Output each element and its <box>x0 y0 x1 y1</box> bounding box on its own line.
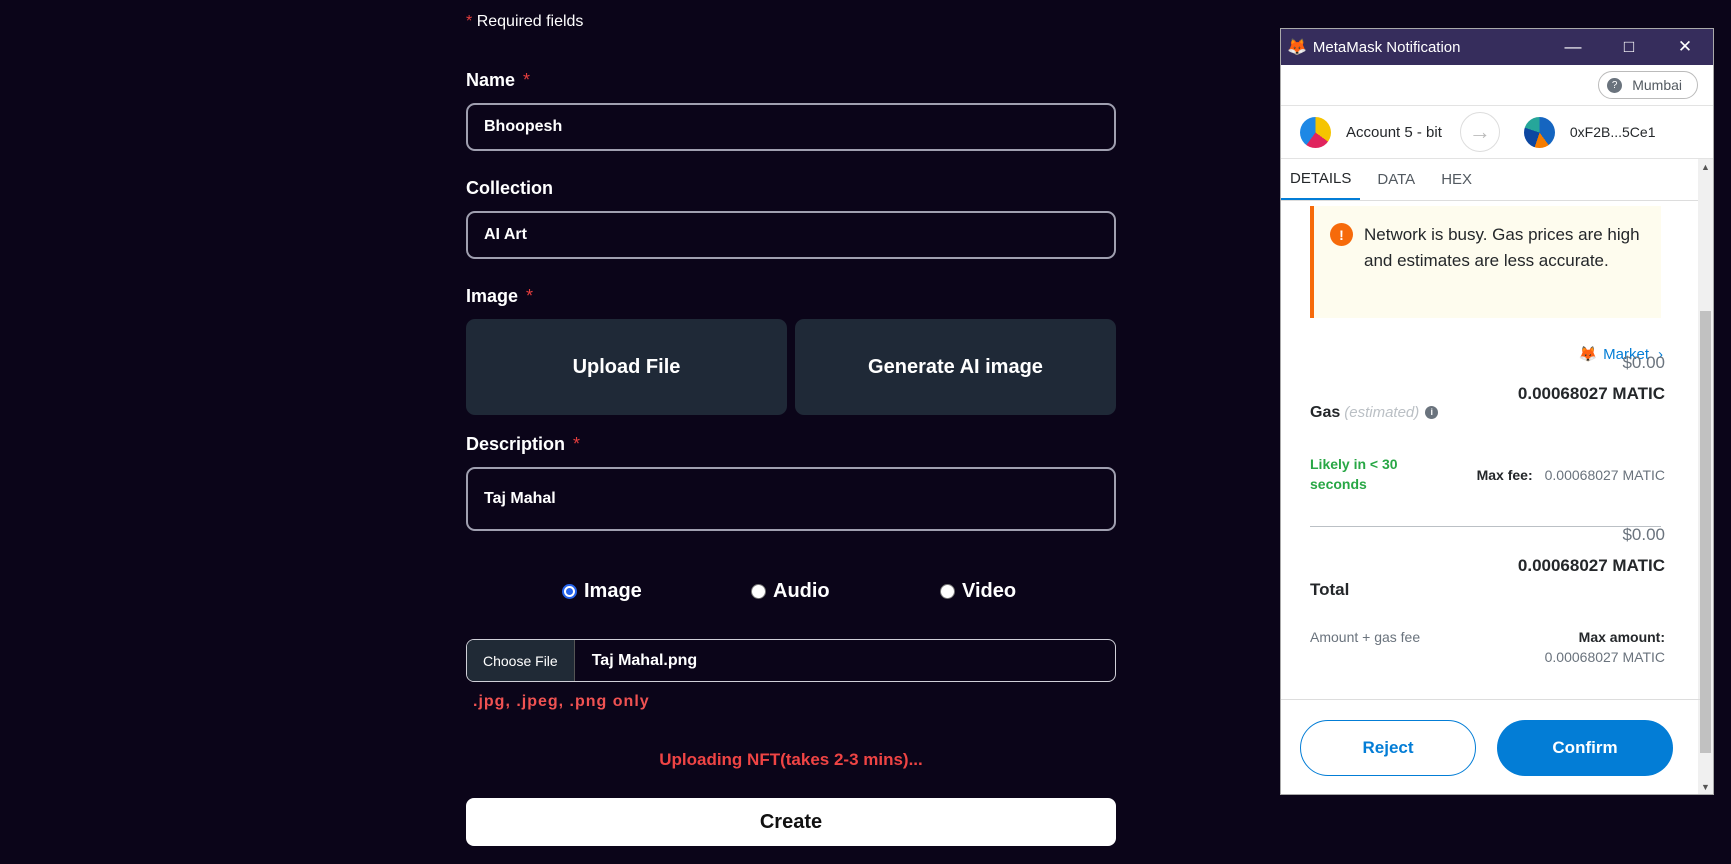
max-amount-label: Max amount: <box>1578 629 1665 645</box>
scrollbar-thumb[interactable] <box>1700 311 1711 753</box>
from-account-avatar <box>1300 116 1331 148</box>
metamask-window: 🦊 MetaMask Notification — □ ✕ ? Mumbai A… <box>1280 28 1714 795</box>
file-type-hint: .jpg, .jpeg, .png only <box>473 693 650 710</box>
arrow-right-icon: → <box>1459 112 1500 152</box>
info-icon[interactable]: i <box>1425 405 1439 419</box>
to-address[interactable]: 0xF2B...5Ce1 <box>1570 124 1656 140</box>
radio-video-label: Video <box>962 580 1017 602</box>
required-fields-text: Required fields <box>476 13 584 30</box>
selected-filename: Taj Mahal.png <box>591 651 698 669</box>
account-row: Account 5 - bit → 0xF2B...5Ce1 <box>1281 106 1713 159</box>
close-icon[interactable]: ✕ <box>1657 37 1713 57</box>
collection-label: Collection <box>466 178 554 198</box>
upload-file-button[interactable]: Upload File <box>466 319 787 415</box>
required-star: * <box>526 286 534 306</box>
gas-label-text: Gas <box>1310 404 1341 421</box>
reject-button[interactable]: Reject <box>1300 720 1476 776</box>
maximize-icon[interactable]: □ <box>1601 37 1657 57</box>
scroll-up-icon[interactable]: ▲ <box>1698 159 1713 176</box>
radio-button-selected[interactable] <box>562 584 577 599</box>
amount-gas-label: Amount + gas fee <box>1310 629 1421 645</box>
description-label: Description * <box>466 434 580 455</box>
create-button[interactable]: Create <box>466 798 1116 846</box>
radio-button[interactable] <box>940 584 955 599</box>
radio-button[interactable] <box>751 584 766 599</box>
description-input[interactable]: Taj Mahal <box>466 467 1116 531</box>
required-fields-note: * Required fields <box>466 13 583 31</box>
required-star: * <box>523 70 531 90</box>
name-label: Name * <box>466 70 530 91</box>
action-footer: Reject Confirm <box>1281 699 1700 794</box>
from-account-name[interactable]: Account 5 - bit <box>1346 124 1442 141</box>
radio-video[interactable]: Video <box>940 580 1016 603</box>
warning-text: Network is busy. Gas prices are high and… <box>1364 225 1640 270</box>
network-row: ? Mumbai <box>1281 65 1713 106</box>
likely-time: Likely in < 30 seconds <box>1310 456 1398 492</box>
total-label: Total <box>1310 580 1350 599</box>
tab-hex[interactable]: HEX <box>1432 159 1481 200</box>
required-star: * <box>466 13 473 30</box>
gas-estimated-label: (estimated) <box>1344 404 1420 421</box>
max-fee-value: 0.00068027 MATIC <box>1544 467 1665 483</box>
gas-usd: $0.00 <box>1622 353 1665 372</box>
max-fee: Max fee: 0.00068027 MATIC <box>1477 467 1665 483</box>
name-input[interactable]: Bhoopesh <box>466 103 1116 151</box>
radio-image-label: Image <box>584 580 642 602</box>
generate-ai-image-button[interactable]: Generate AI image <box>795 319 1116 415</box>
image-label: Image * <box>466 286 533 307</box>
divider <box>1310 526 1661 527</box>
max-amount-value: 0.00068027 MATIC <box>1544 649 1665 665</box>
name-label-text: Name <box>466 70 516 90</box>
total-usd: $0.00 <box>1622 525 1665 544</box>
fox-icon: 🦊 <box>1578 346 1598 363</box>
upload-status: Uploading NFT(takes 2-3 mins)... <box>659 750 923 769</box>
radio-audio-label: Audio <box>773 580 830 602</box>
choose-file-button[interactable]: Choose File <box>467 640 575 681</box>
question-icon: ? <box>1607 77 1623 93</box>
max-fee-label: Max fee: <box>1476 467 1533 483</box>
network-selector[interactable]: ? Mumbai <box>1598 71 1698 99</box>
window-titlebar: 🦊 MetaMask Notification — □ ✕ <box>1281 29 1713 65</box>
to-account-avatar <box>1523 116 1555 148</box>
collection-input-value: AI Art <box>484 226 527 243</box>
network-busy-warning: ! Network is busy. Gas prices are high a… <box>1310 206 1661 318</box>
exclamation-icon: ! <box>1330 223 1353 246</box>
details-tabs: DETAILS DATA HEX <box>1281 159 1713 201</box>
image-label-text: Image <box>466 286 519 306</box>
minimize-icon[interactable]: — <box>1545 37 1601 57</box>
gas-amount: 0.00068027 MATIC <box>1517 384 1665 403</box>
name-input-value: Bhoopesh <box>484 118 563 135</box>
radio-audio[interactable]: Audio <box>751 580 830 603</box>
file-input[interactable]: Choose File Taj Mahal.png <box>466 639 1116 682</box>
description-input-value: Taj Mahal <box>484 490 556 507</box>
scroll-down-icon[interactable]: ▼ <box>1698 779 1713 794</box>
network-name: Mumbai <box>1632 77 1682 93</box>
required-star: * <box>573 434 581 454</box>
tab-details[interactable]: DETAILS <box>1281 159 1361 200</box>
tab-data[interactable]: DATA <box>1368 159 1424 200</box>
max-amount: Max amount: 0.00068027 MATIC <box>1545 627 1665 667</box>
fox-icon: 🦊 <box>1287 39 1307 56</box>
total-amount: 0.00068027 MATIC <box>1517 556 1665 575</box>
radio-image[interactable]: Image <box>562 580 642 603</box>
gas-label: Gas (estimated) i <box>1310 404 1439 422</box>
confirm-button[interactable]: Confirm <box>1497 720 1673 776</box>
description-label-text: Description <box>466 434 566 454</box>
window-controls: — □ ✕ <box>1545 37 1713 57</box>
scrollbar[interactable]: ▲ ▼ <box>1698 159 1713 794</box>
collection-input[interactable]: AI Art <box>466 211 1116 259</box>
window-title: MetaMask Notification <box>1312 38 1461 56</box>
